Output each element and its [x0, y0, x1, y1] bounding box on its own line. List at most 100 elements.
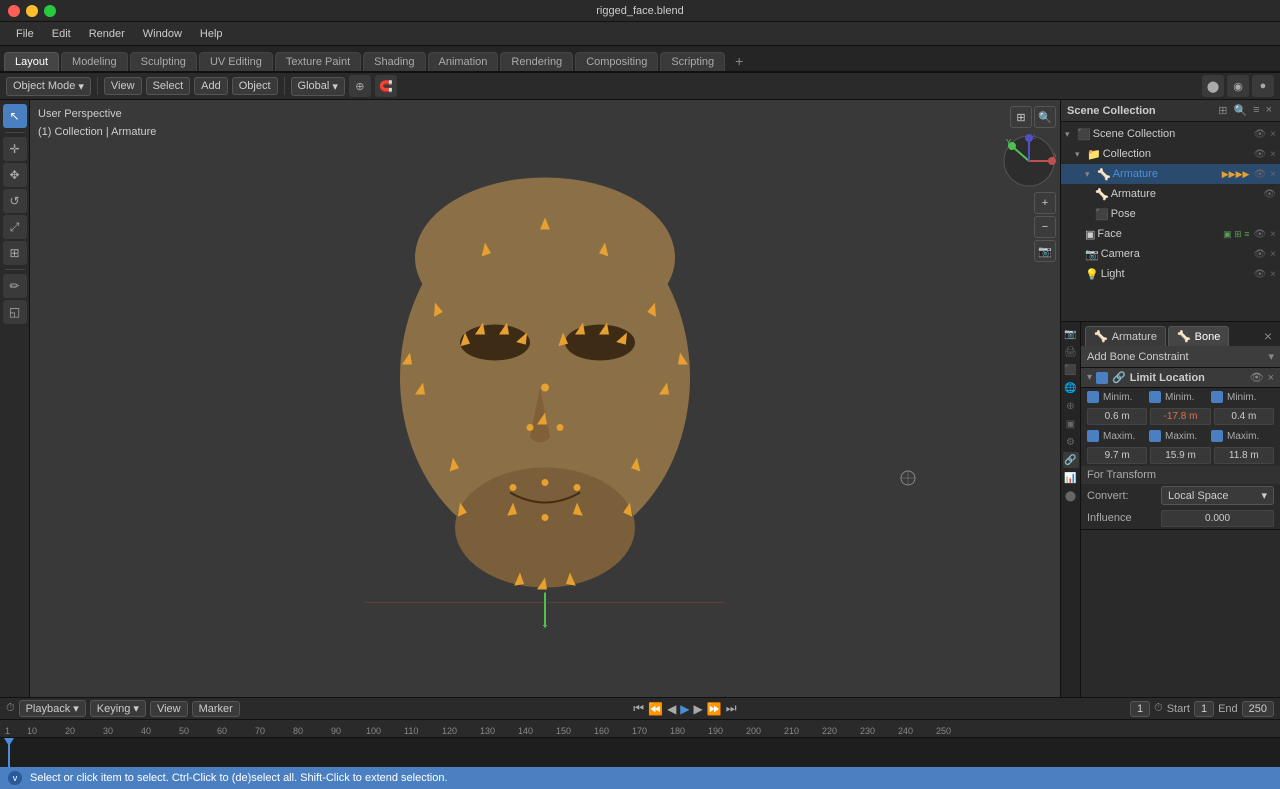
viewport-overlay-button[interactable]: ⊞	[1010, 106, 1032, 128]
face-restrict-icon[interactable]: ×	[1270, 229, 1276, 240]
max-z-value[interactable]: 11.8 m	[1214, 447, 1274, 464]
cursor-tool-button[interactable]: ✛	[3, 137, 27, 161]
next-frame-button[interactable]: ▶	[694, 702, 703, 716]
jump-end-button[interactable]: ⏭	[726, 701, 737, 716]
viewport-3d[interactable]: User Perspective (1) Collection | Armatu…	[30, 100, 1060, 697]
move-tool-button[interactable]: ✥	[3, 163, 27, 187]
add-menu[interactable]: Add	[194, 77, 228, 95]
view-menu-timeline[interactable]: View	[150, 701, 188, 717]
current-frame-box[interactable]: 1	[1130, 701, 1150, 717]
add-bone-constraint-button[interactable]: Add Bone Constraint ▾	[1081, 346, 1280, 368]
restrict-icon[interactable]: ×	[1270, 129, 1276, 140]
zoom-out-button[interactable]: −	[1034, 216, 1056, 238]
outliner-item-pose[interactable]: ⬛ Pose	[1061, 204, 1280, 224]
tab-scripting[interactable]: Scripting	[660, 52, 725, 71]
min-y-value[interactable]: -17.8 m	[1150, 408, 1210, 425]
material-props-icon[interactable]: ⬤	[1063, 488, 1079, 504]
collection-vis-icon[interactable]: 👁	[1253, 149, 1266, 160]
menu-window[interactable]: Window	[135, 26, 190, 42]
prev-frame-button[interactable]: ◀	[667, 702, 676, 716]
face-vis-icon[interactable]: 👁	[1253, 229, 1266, 240]
maximize-button[interactable]	[44, 5, 56, 17]
outliner-item-scene-collection[interactable]: ▾ ⬛ Scene Collection 👁 ×	[1061, 124, 1280, 144]
outliner-item-camera[interactable]: 📷 Camera 👁 ×	[1061, 244, 1280, 264]
data-props-icon[interactable]: 📊	[1063, 470, 1079, 486]
tab-sculpting[interactable]: Sculpting	[130, 52, 197, 71]
menu-help[interactable]: Help	[192, 26, 231, 42]
armature-restrict-icon[interactable]: ×	[1270, 169, 1276, 180]
measure-tool-button[interactable]: ◱	[3, 300, 27, 324]
snap-button[interactable]: 🧲	[375, 75, 397, 97]
menu-file[interactable]: File	[8, 26, 42, 42]
marker-menu[interactable]: Marker	[192, 701, 240, 717]
prev-keyframe-button[interactable]: ⏪	[648, 702, 663, 716]
jump-start-button[interactable]: ⏮	[633, 701, 644, 716]
armature-tab[interactable]: 🦴 Armature	[1085, 326, 1166, 346]
render-props-icon[interactable]: 📷	[1063, 326, 1079, 342]
search-icon[interactable]: 🔍	[1231, 103, 1249, 118]
transform-orientation-button[interactable]: ⊕	[349, 75, 371, 97]
keying-menu[interactable]: Keying ▾	[90, 700, 146, 717]
view-menu[interactable]: View	[104, 77, 142, 95]
max-y-checkbox[interactable]	[1149, 430, 1161, 442]
object-mode-selector[interactable]: Object Mode ▾	[6, 77, 91, 96]
next-keyframe-button[interactable]: ⏩	[707, 702, 722, 716]
transform-tool-button[interactable]: ⊞	[3, 241, 27, 265]
outliner-item-collection[interactable]: ▾ 📁 Collection 👁 ×	[1061, 144, 1280, 164]
object-props-icon[interactable]: ▣	[1063, 416, 1079, 432]
max-y-value[interactable]: 15.9 m	[1150, 447, 1210, 464]
outliner-item-armature[interactable]: ▾ 🦴 Armature ▶▶▶▶ 👁 ×	[1061, 164, 1280, 184]
constraint-close-icon[interactable]: ×	[1268, 372, 1274, 384]
max-x-value[interactable]: 9.7 m	[1087, 447, 1147, 464]
navigation-gizmo[interactable]: X Y Z	[1002, 134, 1056, 188]
collection-restrict-icon[interactable]: ×	[1270, 149, 1276, 160]
viewport-shading-solid[interactable]: ⬤	[1202, 75, 1224, 97]
filter-icon[interactable]: ⊞	[1216, 103, 1229, 118]
min-x-value[interactable]: 0.6 m	[1087, 408, 1147, 425]
tab-layout[interactable]: Layout	[4, 52, 59, 71]
camera-restrict-icon[interactable]: ×	[1270, 249, 1276, 260]
minimize-button[interactable]	[26, 5, 38, 17]
timeline-content[interactable]	[0, 738, 1280, 767]
light-vis-icon[interactable]: 👁	[1253, 269, 1266, 280]
tab-rendering[interactable]: Rendering	[500, 52, 573, 71]
constraint-collapse-arrow[interactable]: ▾	[1087, 372, 1092, 383]
zoom-in-button[interactable]: +	[1034, 192, 1056, 214]
min-x-checkbox[interactable]	[1087, 391, 1099, 403]
tab-texture-paint[interactable]: Texture Paint	[275, 52, 361, 71]
world-props-icon[interactable]: ⊕	[1063, 398, 1079, 414]
close-outliner-icon[interactable]: ×	[1264, 103, 1274, 118]
min-z-checkbox[interactable]	[1211, 391, 1223, 403]
timeline-area[interactable]: 1 10 20 30 40 50 60 70 80 90 100 110 120…	[0, 719, 1280, 767]
constraint-eye-icon[interactable]: 👁	[1250, 371, 1264, 384]
outliner-options-icon[interactable]: ≡	[1251, 103, 1261, 118]
timeline-type-icon[interactable]: ⏱	[6, 702, 15, 715]
tab-compositing[interactable]: Compositing	[575, 52, 658, 71]
tab-shading[interactable]: Shading	[363, 52, 425, 71]
convert-value-selector[interactable]: Local Space ▾	[1161, 486, 1274, 505]
bone-constraint-props-icon[interactable]: 🔗	[1063, 452, 1079, 468]
outliner-item-face[interactable]: ▣ Face ▣ ⊞ ≡ 👁 ×	[1061, 224, 1280, 244]
scale-tool-button[interactable]: ⤢	[3, 215, 27, 239]
annotate-tool-button[interactable]: ✏	[3, 274, 27, 298]
light-restrict-icon[interactable]: ×	[1270, 269, 1276, 280]
menu-edit[interactable]: Edit	[44, 26, 79, 42]
select-menu[interactable]: Select	[146, 77, 191, 95]
close-panel-button[interactable]: ×	[1260, 326, 1276, 346]
rotate-tool-button[interactable]: ↺	[3, 189, 27, 213]
view-layer-props-icon[interactable]: ⬛	[1063, 362, 1079, 378]
tab-modeling[interactable]: Modeling	[61, 52, 128, 71]
camera-view-button[interactable]: 📷	[1034, 240, 1056, 262]
output-props-icon[interactable]: 🖨	[1063, 344, 1079, 360]
start-frame-box[interactable]: 1	[1194, 701, 1214, 717]
camera-vis-icon[interactable]: 👁	[1253, 249, 1266, 260]
add-workspace-button[interactable]: +	[727, 51, 751, 71]
visibility-icon[interactable]: 👁	[1253, 129, 1266, 140]
modifier-props-icon[interactable]: ⚙	[1063, 434, 1079, 450]
outliner-item-armature-data[interactable]: 🦴 Armature 👁	[1061, 184, 1280, 204]
scene-props-icon[interactable]: 🌐	[1063, 380, 1079, 396]
min-y-checkbox[interactable]	[1149, 391, 1161, 403]
transform-selector[interactable]: Global ▾	[291, 77, 345, 96]
constraint-enable-checkbox[interactable]	[1096, 372, 1108, 384]
play-button[interactable]: ▶	[680, 702, 689, 716]
